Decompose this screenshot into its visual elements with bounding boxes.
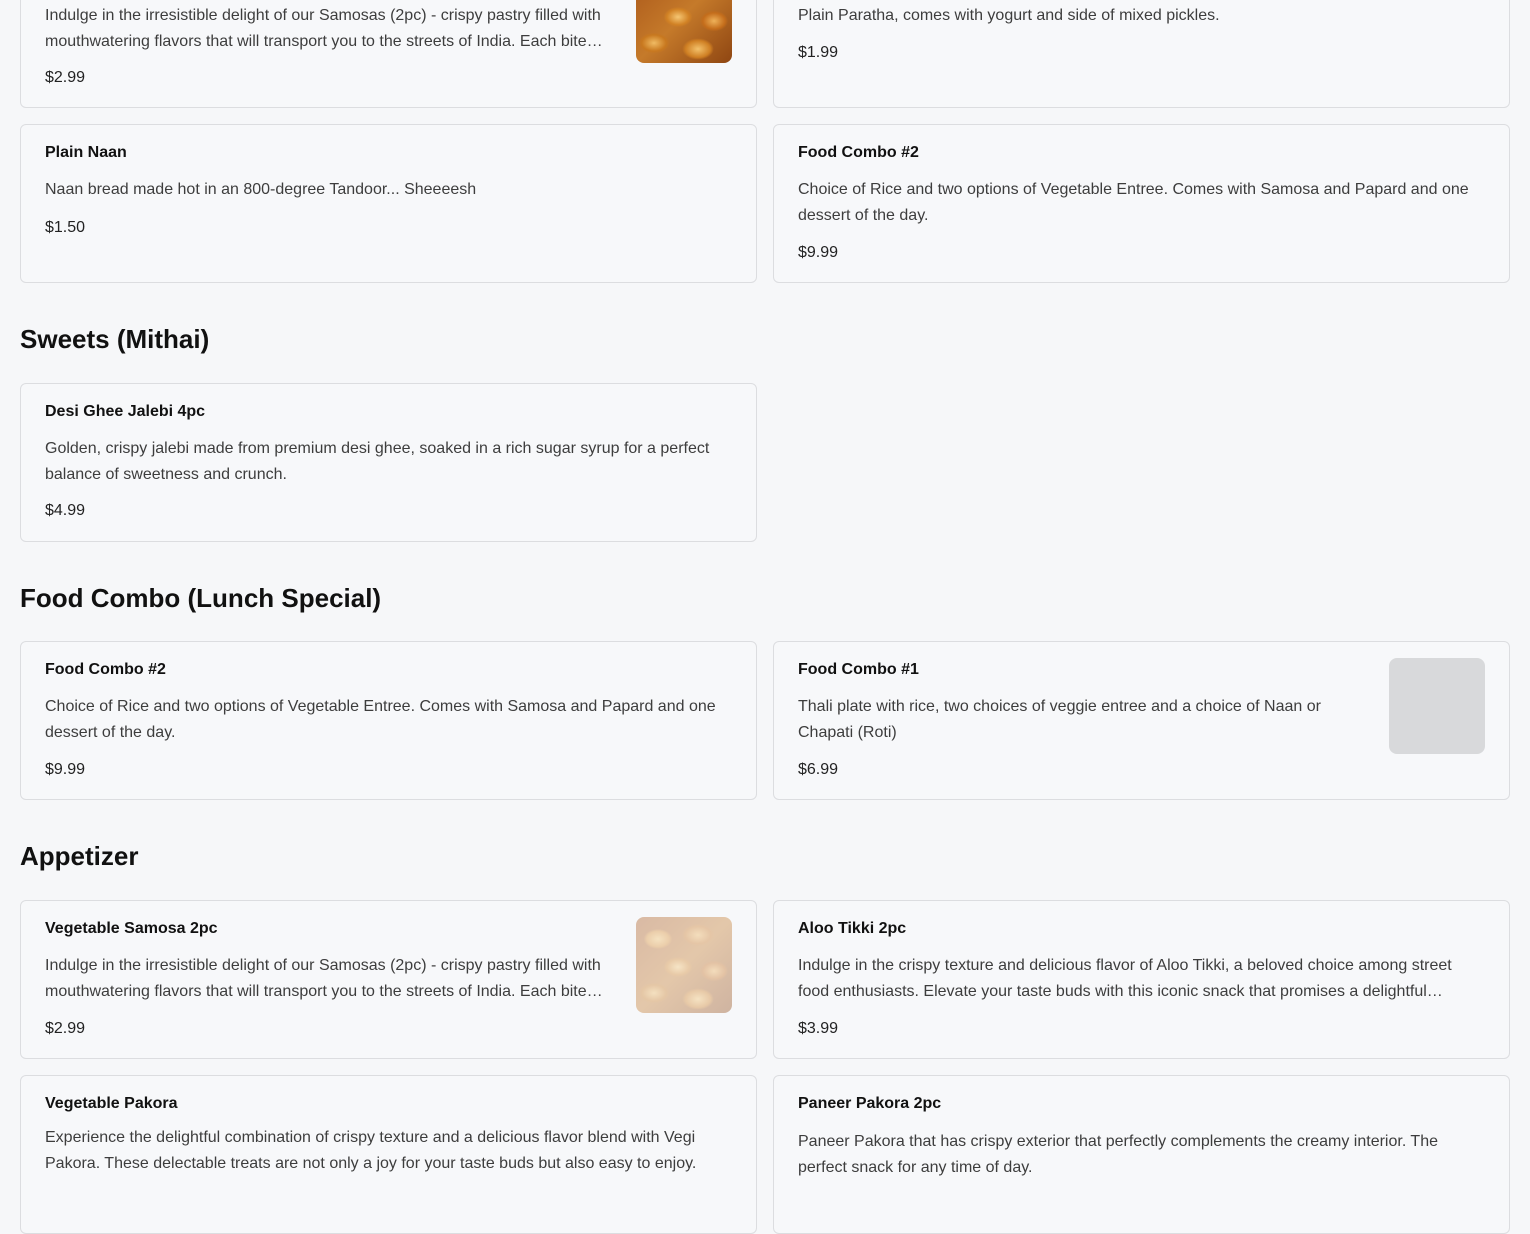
item-description: Indulge in the irresistible delight of o… [45,7,601,50]
item-description: Naan bread made hot in an 800-degree Tan… [45,181,477,198]
item-price: $6.99 [798,761,839,778]
item-price: $2.99 [45,1020,86,1037]
item-description: Plain Paratha, comes with yogurt and sid… [798,7,1220,24]
menu-item-card-food-combo-2[interactable]: Food Combo #2 Choice of Rice and two opt… [773,124,1510,283]
item-description: Indulge in the crispy texture and delici… [798,957,1452,1000]
item-name: Food Combo #2 [798,144,919,161]
item-price: $3.99 [798,1020,839,1037]
menu-item-card-vegetable-samosa[interactable]: Vegetable Samosa 2pc Indulge in the irre… [20,900,757,1059]
item-description: Choice of Rice and two options of Vegeta… [798,181,1469,224]
menu-item-card-samosa[interactable]: Indulge in the irresistible delight of o… [20,0,757,108]
item-description: Experience the delightful combination of… [45,1129,697,1172]
item-name: Desi Ghee Jalebi 4pc [45,403,206,420]
samosa-photo [636,917,732,1013]
item-price: $9.99 [798,244,839,261]
section-title-appetizer: Appetizer [20,841,139,871]
samosa-photo [636,0,732,63]
menu-item-card-plain-naan[interactable]: Plain Naan Naan bread made hot in an 800… [20,124,757,283]
item-description: Indulge in the irresistible delight of o… [45,957,601,1000]
item-description: Golden, crispy jalebi made from premium … [45,440,710,483]
menu-item-card-aloo-tikki[interactable]: Aloo Tikki 2pc Indulge in the crispy tex… [773,900,1510,1059]
menu-item-card-paneer-pakora[interactable]: Paneer Pakora 2pc Paneer Pakora that has… [773,1075,1510,1234]
menu-item-card-paratha[interactable]: Plain Paratha, comes with yogurt and sid… [773,0,1510,108]
section-title-food-combo: Food Combo (Lunch Special) [20,583,382,613]
menu-item-card-food-combo-1[interactable]: Food Combo #1 Thali plate with rice, two… [773,641,1510,800]
menu-item-card-jalebi[interactable]: Desi Ghee Jalebi 4pc Golden, crispy jale… [20,383,757,542]
item-price: $1.99 [798,44,839,61]
item-price: $9.99 [45,761,86,778]
item-name: Vegetable Samosa 2pc [45,920,218,937]
item-price: $2.99 [45,69,86,86]
menu-item-card-food-combo-2[interactable]: Food Combo #2 Choice of Rice and two opt… [20,641,757,800]
item-name: Food Combo #1 [798,661,919,678]
item-name: Vegetable Pakora [45,1095,178,1112]
item-name: Paneer Pakora 2pc [798,1095,942,1112]
item-name: Food Combo #2 [45,661,166,678]
menu-item-card-vegetable-pakora[interactable]: Vegetable Pakora Experience the delightf… [20,1075,757,1234]
item-description: Thali plate with rice, two choices of ve… [798,698,1321,741]
image-placeholder [1389,658,1485,754]
item-price: $1.50 [45,219,86,236]
item-description: Choice of Rice and two options of Vegeta… [45,698,716,741]
item-price: $4.99 [45,502,86,519]
item-name: Aloo Tikki 2pc [798,920,907,937]
section-title-sweets: Sweets (Mithai) [20,324,210,354]
item-name: Plain Naan [45,144,127,161]
item-description: Paneer Pakora that has crispy exterior t… [798,1133,1438,1176]
